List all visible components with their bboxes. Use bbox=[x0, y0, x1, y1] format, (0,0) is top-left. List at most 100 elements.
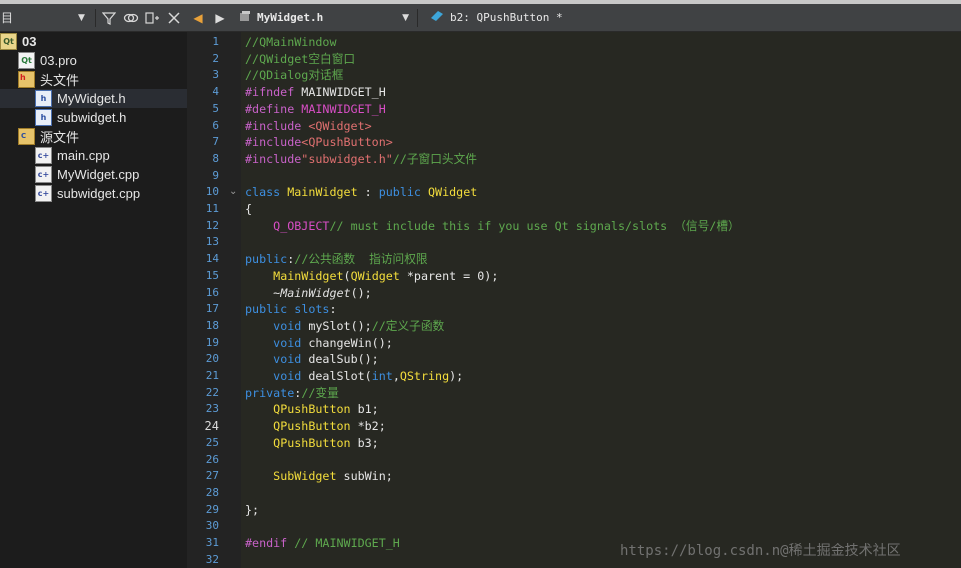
code-line[interactable]: #ifndef MAINWIDGET_H bbox=[245, 84, 386, 100]
code-line[interactable]: private://变量 bbox=[245, 385, 339, 401]
code-token: *b2; bbox=[350, 419, 386, 434]
line-number: 7 bbox=[212, 135, 219, 149]
code-line[interactable]: void dealSlot(int,QString); bbox=[245, 368, 463, 384]
code-line[interactable]: public slots: bbox=[245, 301, 337, 317]
code-token: <QPushButton> bbox=[301, 135, 393, 150]
tree-item-subwidget-cpp[interactable]: c+ subwidget.cpp bbox=[0, 184, 187, 203]
code-line[interactable]: #define MAINWIDGET_H bbox=[245, 101, 386, 117]
code-token: public bbox=[378, 185, 421, 200]
code-token: QPushButton bbox=[273, 419, 351, 434]
code-token: private bbox=[245, 385, 295, 400]
code-token: int bbox=[371, 369, 393, 383]
code-token: #endif bbox=[245, 536, 288, 550]
code-line[interactable]: }; bbox=[245, 502, 259, 518]
symbol-selector[interactable]: b2: QPushButton * bbox=[430, 10, 563, 25]
line-number: 19 bbox=[205, 335, 219, 349]
code-line[interactable]: MainWidget(QWidget *parent = 0); bbox=[245, 268, 498, 284]
tree-item-pro-file[interactable]: Qt 03.pro bbox=[0, 51, 187, 70]
line-number: 32 bbox=[205, 552, 219, 566]
code-line[interactable]: { bbox=[245, 201, 252, 217]
panel-dropdown-icon[interactable]: ▼ bbox=[78, 13, 85, 23]
cpp-file-icon: c+ bbox=[35, 185, 52, 202]
filter-icon[interactable] bbox=[100, 9, 118, 27]
code-line[interactable]: //QWidget空白窗口 bbox=[245, 51, 355, 67]
code-line[interactable]: class MainWidget : public QWidget bbox=[245, 184, 477, 200]
code-token: void bbox=[273, 318, 302, 333]
forward-arrow-icon[interactable]: ▶ bbox=[209, 11, 231, 25]
fold-toggle-icon[interactable]: ⌄ bbox=[229, 186, 237, 197]
code-token: Q_OBJECT bbox=[273, 218, 330, 233]
split-icon[interactable] bbox=[143, 9, 161, 27]
code-token: QPushButton bbox=[273, 435, 351, 450]
header-file-icon: h bbox=[35, 90, 52, 107]
code-line[interactable]: QPushButton b3; bbox=[245, 435, 379, 451]
code-token: MainWidget bbox=[280, 285, 351, 300]
editor-toolbar: ◀ ▶ MyWidget.h ▼ b2: QPushButton * bbox=[187, 4, 961, 32]
code-line[interactable]: #endif // MAINWIDGET_H bbox=[245, 535, 400, 551]
tree-item-sources-folder[interactable]: 源文件 bbox=[0, 127, 187, 146]
file-icon bbox=[239, 10, 251, 25]
tree-item-headers-folder[interactable]: 头文件 bbox=[0, 70, 187, 89]
line-number: 26 bbox=[205, 452, 219, 466]
code-line[interactable]: public://公共函数 指访问权限 bbox=[245, 251, 428, 267]
close-icon[interactable] bbox=[165, 9, 183, 27]
code-line[interactable]: //QMainWindow bbox=[245, 34, 336, 50]
line-number: 10 bbox=[205, 185, 219, 199]
code-token: void bbox=[273, 335, 302, 350]
tree-item-label: MyWidget.cpp bbox=[57, 167, 140, 182]
line-number: 6 bbox=[212, 118, 219, 132]
tree-item-main-cpp[interactable]: c+ main.cpp bbox=[0, 146, 187, 165]
code-line[interactable]: void dealSub(); bbox=[245, 351, 379, 367]
code-line[interactable]: #include <QWidget> bbox=[245, 118, 372, 134]
code-token: //定义子函数 bbox=[371, 318, 445, 333]
code-line[interactable]: QPushButton *b2; bbox=[245, 418, 386, 434]
file-selector[interactable]: MyWidget.h ▼ bbox=[231, 10, 415, 25]
code-line[interactable]: #include<QPushButton> bbox=[245, 134, 393, 150]
code-token: slots bbox=[294, 302, 330, 317]
project-icon: Qt bbox=[0, 33, 17, 50]
line-number: 2 bbox=[212, 51, 219, 65]
code-token: { bbox=[245, 202, 253, 216]
code-token: b3; bbox=[350, 435, 379, 450]
code-token: #include bbox=[245, 151, 302, 166]
link-icon[interactable] bbox=[122, 9, 140, 27]
code-token: void bbox=[273, 369, 302, 383]
code-token: MainWidget bbox=[287, 185, 358, 200]
code-editor[interactable]: //QMainWindow//QWidget空白窗口//QDialog对话框 #i… bbox=[241, 32, 961, 568]
line-number: 21 bbox=[205, 369, 219, 382]
file-name: MyWidget.h bbox=[257, 11, 324, 24]
line-number: 16 bbox=[205, 285, 219, 299]
file-dropdown-icon[interactable]: ▼ bbox=[402, 13, 409, 23]
line-number: 8 bbox=[212, 151, 219, 165]
header-folder-icon bbox=[18, 71, 35, 88]
code-line[interactable]: Q_OBJECT// must include this if you use … bbox=[245, 218, 740, 234]
code-token: //子窗口头文件 bbox=[392, 151, 477, 166]
code-line[interactable]: void changeWin(); bbox=[245, 335, 393, 351]
back-arrow-icon[interactable]: ◀ bbox=[187, 11, 209, 25]
code-token: //QWidget空白窗口 bbox=[245, 51, 356, 66]
panel-title: 目 bbox=[1, 11, 14, 25]
cpp-file-icon: c+ bbox=[35, 147, 52, 164]
code-line[interactable]: SubWidget subWin; bbox=[245, 468, 393, 484]
tree-item-mywidget-cpp[interactable]: c+ MyWidget.cpp bbox=[0, 165, 187, 184]
tree-item-project[interactable]: Qt 03 bbox=[0, 32, 187, 51]
line-number: 23 bbox=[205, 402, 219, 416]
code-line[interactable]: QPushButton b1; bbox=[245, 401, 379, 417]
tree-item-mywidget-h[interactable]: h MyWidget.h bbox=[0, 89, 187, 108]
code-token: // must include this if you use Qt signa… bbox=[329, 218, 740, 233]
code-line[interactable]: void mySlot();//定义子函数 bbox=[245, 318, 444, 334]
code-line[interactable]: ~MainWidget(); bbox=[245, 285, 372, 301]
tree-item-subwidget-h[interactable]: h subwidget.h bbox=[0, 108, 187, 127]
line-number: 5 bbox=[212, 101, 219, 115]
code-line[interactable]: //QDialog对话框 bbox=[245, 67, 343, 83]
code-line[interactable]: #include"subwidget.h"//子窗口头文件 bbox=[245, 151, 477, 167]
line-number: 12 bbox=[205, 218, 219, 232]
code-token: "subwidget.h" bbox=[301, 151, 393, 166]
code-token: : bbox=[329, 302, 337, 317]
code-token: QString bbox=[399, 369, 450, 383]
line-number: 11 bbox=[205, 202, 219, 215]
code-token: (); bbox=[350, 285, 372, 300]
code-token: ~ bbox=[245, 285, 281, 300]
